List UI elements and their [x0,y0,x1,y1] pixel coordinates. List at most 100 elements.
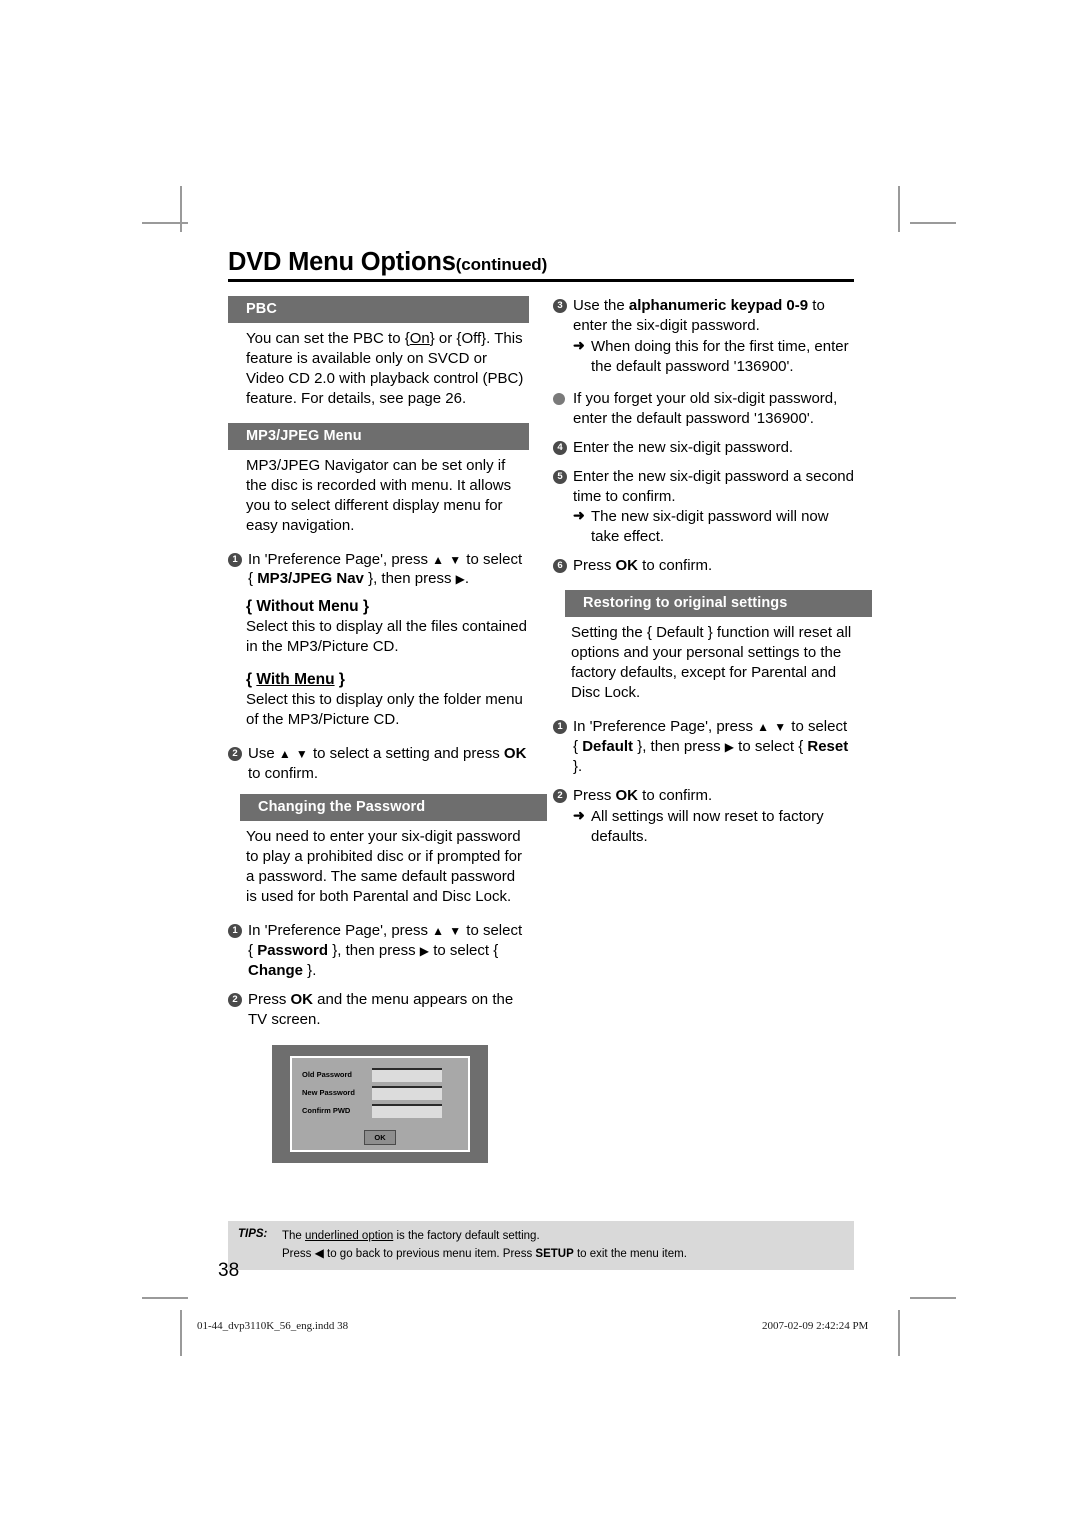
tips-line1-a: The [282,1230,306,1242]
step3-arrow-text: When doing this for the first time, ente… [591,337,849,375]
pw-step2-ok-key: OK [290,990,314,1008]
pbc-text-part1: You can set the PBC to { [246,330,410,347]
password-step-6: 6 Press OK to confirm. [553,556,854,576]
crop-mark-top-right-horizontal [910,222,956,224]
pbc-default-on: On [409,330,430,347]
tips-label: TIPS: [238,1228,268,1240]
without-menu-open: { [246,598,257,616]
step-number-3: 3 [553,299,567,313]
tips-line2-c: to exit the menu item. [573,1247,687,1260]
step5-arrow-note: ➜ The new six-digit password will now tak… [573,507,854,547]
pbc-paragraph: You can set the PBC to {On} or {Off}. Th… [228,329,529,409]
down-triangle-icon: ▼ [449,923,463,938]
step-number-2: 2 [228,747,242,762]
crop-mark-top-left-horizontal [142,222,188,224]
step-number-1: 1 [553,720,567,734]
tips-line-1: The underlined option is the factory def… [282,1228,687,1245]
crop-mark-bottom-right-horizontal [910,1297,956,1299]
password-step-5: 5 Enter the new six-digit password a sec… [553,467,854,548]
password-row-old: Old Password [302,1067,468,1082]
pw-step1-text-e: }. [303,961,317,979]
pw-option-change: Change [248,961,304,979]
step2-text-a: Use [248,745,279,763]
section-header-mp3jpeg: MP3/JPEG Menu [228,422,529,450]
step-number-2: 2 [228,992,242,1007]
page-title-suffix: (continued) [455,255,548,274]
step3-arrow-note: ➜ When doing this for the first time, ent… [573,337,854,377]
r-step6-text-a: Press [573,557,616,575]
password-dialog-panel: Old Password New Password Confirm PWD OK [290,1056,470,1153]
restoring-intro: Setting the { Default } function will re… [571,624,852,702]
page-title-main: DVD Menu Options [228,248,456,276]
with-menu-open: { [246,671,257,689]
rs-step1-text-d: to select { [734,737,808,755]
bullet-dot-icon [553,392,565,405]
up-triangle-icon: ▲ [757,720,771,734]
crop-mark-bottom-left-vertical [180,1310,182,1356]
password-dialog-screenshot: Old Password New Password Confirm PWD OK [272,1045,488,1164]
old-password-input[interactable] [372,1067,442,1082]
r-step5-text: Enter the new six-digit password a secon… [573,467,854,505]
password-row-confirm: Confirm PWD [302,1103,468,1118]
old-password-label: Old Password [302,1070,353,1080]
rs-step1-text-e: }. [573,757,583,775]
rs-option-default: Default [582,737,634,755]
step1-text-d: . [464,570,470,588]
rs-step2-text-a: Press [573,786,616,804]
crop-mark-bottom-left-horizontal [142,1297,188,1299]
page-number: 38 [218,1260,240,1281]
step2-text-c: to confirm. [248,765,319,783]
pw-step1-text-a: In 'Preference Page', press [248,921,433,939]
arrow-right-icon: ➜ [573,507,585,524]
crop-mark-top-left-vertical [180,186,182,232]
password-steps-continued: 3 Use the alphanumeric keypad 0-9 to ent… [553,296,854,576]
new-password-input[interactable] [372,1085,442,1100]
without-menu-description: Select this to display all the files con… [246,618,527,656]
left-column: PBC You can set the PBC to {On} or {Off}… [228,296,547,1164]
down-triangle-icon: ▼ [295,747,309,762]
tips-footer: TIPS: The underlined option is the facto… [228,1221,854,1271]
up-triangle-icon: ▲ [432,923,446,938]
with-menu-close: } [334,671,345,689]
step-number-1: 1 [228,552,242,567]
up-triangle-icon: ▲ [432,552,446,567]
confirm-pwd-input[interactable] [372,1103,442,1118]
step-number-4: 4 [553,440,567,455]
tips-line2-b: to go back to previous menu item. Press [323,1247,536,1260]
section-header-restoring: Restoring to original settings [565,590,872,618]
arrow-right-icon: ➜ [573,336,585,353]
restoring-step-2: 2 Press OK to confirm. ➜ All settings wil… [553,786,854,847]
right-triangle-icon: ▶ [724,739,734,754]
down-triangle-icon: ▼ [774,720,788,734]
step1-option-mp3jpeg-nav: MP3/JPEG Nav [257,570,364,588]
pw-step1-text-c: }, then press [328,941,420,959]
restoring-arrow-note: ➜ All settings will now reset to factory … [573,807,854,847]
subheading-without-menu: { Without Menu } [228,598,529,616]
print-footer-timestamp: 2007-02-09 2:42:24 PM [762,1320,869,1332]
password-step-2: 2 Press OK and the menu appears on the T… [228,990,529,1030]
print-footer-filename: 01-44_dvp3110K_56_eng.indd 38 [197,1320,349,1332]
ok-button[interactable]: OK [364,1130,396,1146]
r-step6-ok-key: OK [615,557,639,575]
up-triangle-icon: ▲ [278,747,292,762]
step2-ok-key: OK [503,745,527,763]
tips-underlined-option: underlined option [305,1230,394,1242]
password-row-new: New Password [302,1085,468,1100]
with-menu-label: With Menu [256,671,335,689]
pw-option-password: Password [257,941,329,959]
right-column: 3 Use the alphanumeric keypad 0-9 to ent… [553,296,872,1163]
rs-step1-text-a: In 'Preference Page', press [573,718,758,735]
page-content: DVD Menu Options(continued) PBC You can … [228,248,872,1164]
restoring-steps: 1 In 'Preference Page', press ▲ ▼ to sel… [553,717,854,847]
step-number-2: 2 [553,788,567,803]
password-forgot-bullet: If you forget your old six-digit passwor… [553,389,854,429]
confirm-pwd-label: Confirm PWD [302,1106,351,1116]
tips-line1-b: is the factory default setting. [393,1230,540,1242]
new-password-label: New Password [302,1088,355,1098]
password-dialog-actions: OK [292,1127,468,1146]
step1-text-c: }, then press [363,570,456,588]
crop-mark-bottom-right-vertical [898,1310,900,1356]
tips-line-2: Press ◀ to go back to previous menu item… [282,1245,687,1263]
step2-text-b: to select a setting and press [308,745,504,763]
with-menu-description: Select this to display only the folder m… [246,691,523,729]
